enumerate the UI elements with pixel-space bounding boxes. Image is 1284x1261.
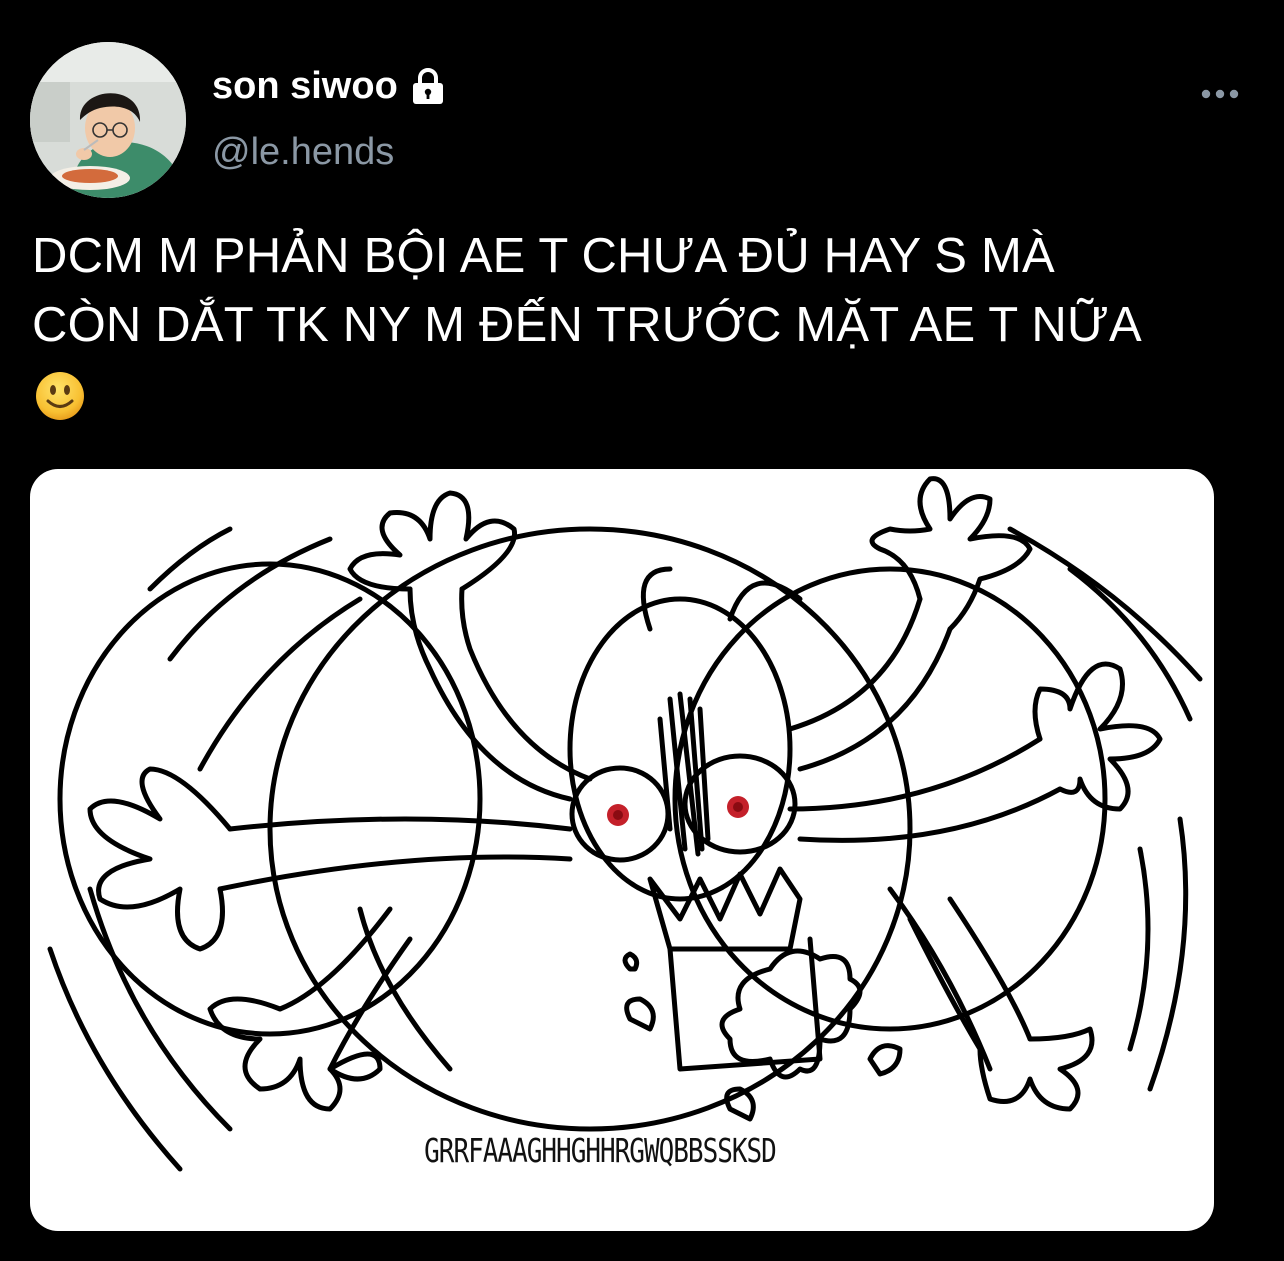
tweet-text-line: DCM M PHẢN BỘI AE T CHƯA ĐỦ HAY S MÀ bbox=[32, 229, 1055, 283]
author-display-name[interactable]: son siwoo bbox=[212, 62, 448, 110]
media-caption: GRRFAAAGHHGHHRGWQBBSSKSD bbox=[424, 1133, 777, 1171]
tweet-text-line: CÒN DẮT TK NY M ĐẾN TRƯỚC MẶT AE T NỮA bbox=[32, 298, 1142, 352]
profile-photo-icon bbox=[30, 42, 186, 198]
slightly-smiling-face-icon bbox=[34, 370, 86, 422]
tweet-text: DCM M PHẢN BỘI AE T CHƯA ĐỦ HAY S MÀ CÒN… bbox=[32, 222, 1262, 422]
display-name-text: son siwoo bbox=[212, 65, 398, 107]
more-horizontal-icon bbox=[1201, 89, 1239, 99]
lock-icon bbox=[408, 66, 448, 106]
more-options-button[interactable] bbox=[1194, 78, 1246, 110]
tweet-media-image[interactable]: GRRFAAAGHHGHHRGWQBBSSKSD bbox=[30, 469, 1214, 1231]
author-handle[interactable]: @le.hends bbox=[212, 128, 394, 176]
author-avatar[interactable] bbox=[30, 42, 186, 198]
angry-doodle-illustration-icon bbox=[47, 476, 1203, 1172]
